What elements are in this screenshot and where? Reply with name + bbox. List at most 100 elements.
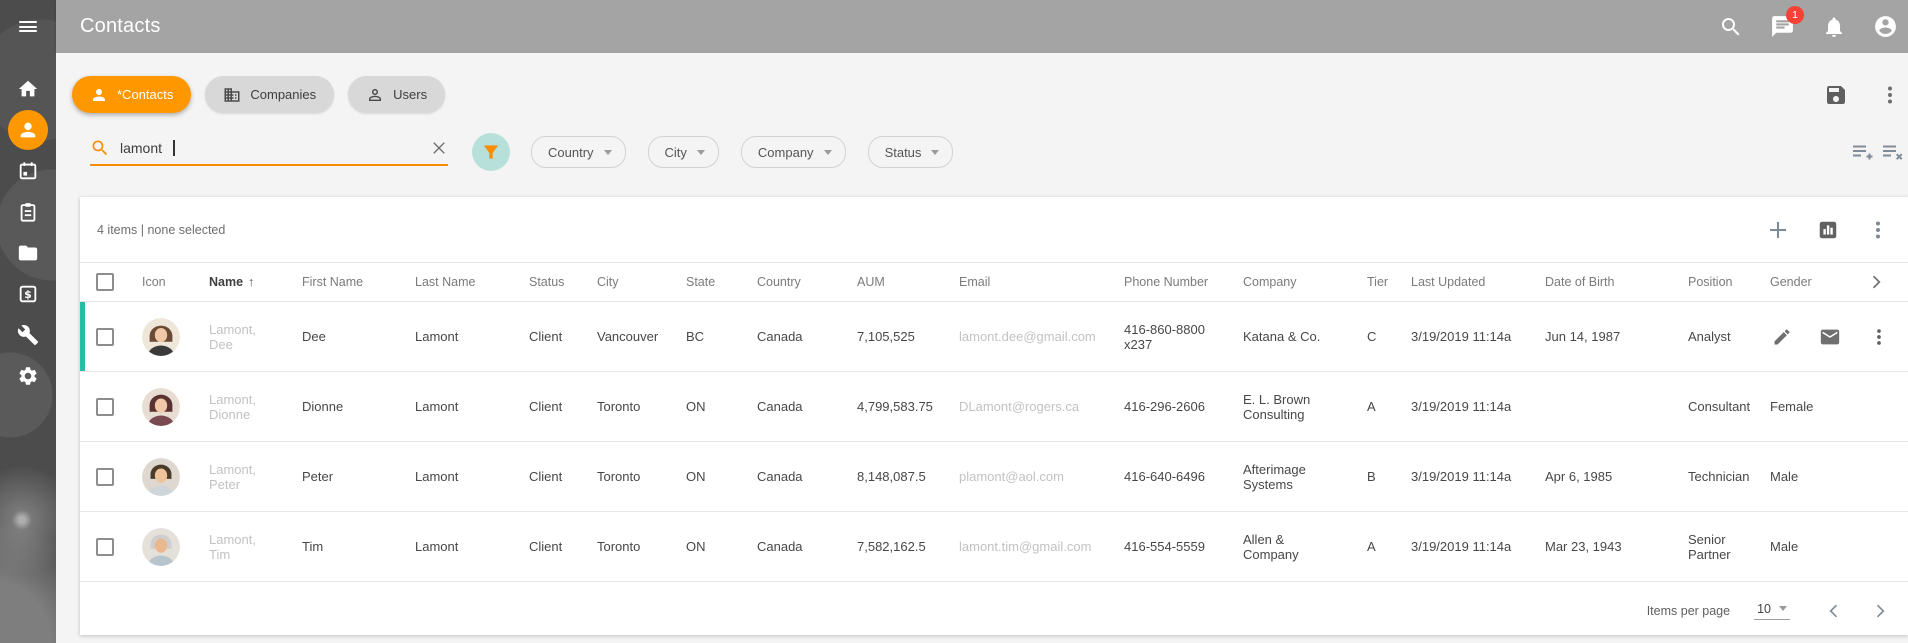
table-row[interactable]: Lamont, Dee Dee Lamont Client Vancouver … xyxy=(80,302,1908,372)
page-size-select[interactable]: 10 xyxy=(1754,602,1790,620)
kebab-icon[interactable] xyxy=(1868,326,1890,348)
cell-first-name: Dionne xyxy=(302,399,415,414)
col-position[interactable]: Position xyxy=(1688,275,1770,289)
sidebar-item-billing[interactable]: $ xyxy=(0,273,56,314)
tabs-actions xyxy=(1824,83,1908,107)
tab-contacts[interactable]: *Contacts xyxy=(72,76,191,113)
col-label: Name xyxy=(209,275,243,289)
clear-search-icon[interactable] xyxy=(430,139,448,157)
calendar-icon xyxy=(17,160,39,182)
table-row[interactable]: Lamont, Dionne Dionne Lamont Client Toro… xyxy=(80,372,1908,442)
menu-icon[interactable] xyxy=(0,0,56,53)
cell-last-name: Lamont xyxy=(415,399,529,414)
col-city[interactable]: City xyxy=(597,275,686,289)
cell-name: Lamont, Dee xyxy=(209,322,302,352)
col-email[interactable]: Email xyxy=(959,275,1124,289)
email-icon[interactable] xyxy=(1819,326,1841,348)
filter-chip-status[interactable]: Status xyxy=(868,136,954,168)
row-checkbox[interactable] xyxy=(96,398,114,416)
col-first-name[interactable]: First Name xyxy=(302,275,415,289)
col-date-of-birth[interactable]: Date of Birth xyxy=(1545,275,1688,289)
col-icon[interactable]: Icon xyxy=(142,275,209,289)
cell-country: Canada xyxy=(757,399,857,414)
chevron-down-icon xyxy=(604,150,612,155)
row-checkbox[interactable] xyxy=(96,468,114,486)
playlist-remove-icon[interactable] xyxy=(1880,140,1904,164)
tab-users[interactable]: Users xyxy=(348,76,445,113)
chevron-down-icon xyxy=(931,150,939,155)
kebab-icon[interactable] xyxy=(1878,83,1902,107)
filter-button[interactable] xyxy=(472,133,510,171)
cell-tier: A xyxy=(1367,399,1411,414)
playlist-add-icon[interactable] xyxy=(1850,140,1874,164)
chip-label: Status xyxy=(885,145,922,160)
col-country[interactable]: Country xyxy=(757,275,857,289)
wrench-icon xyxy=(17,324,39,346)
tab-companies[interactable]: Companies xyxy=(205,76,334,113)
search-input[interactable]: lamont xyxy=(90,138,448,166)
col-state[interactable]: State xyxy=(686,275,757,289)
table-row[interactable]: Lamont, Peter Peter Lamont Client Toront… xyxy=(80,442,1908,512)
cell-aum: 7,582,162.5 xyxy=(857,539,959,554)
sidebar-item-tasks[interactable] xyxy=(0,191,56,232)
chevron-right-icon[interactable] xyxy=(1866,272,1886,292)
row-checkbox[interactable] xyxy=(96,538,114,556)
row-actions xyxy=(1772,326,1890,348)
cell-name: Lamont, Tim xyxy=(209,532,302,562)
col-last-name[interactable]: Last Name xyxy=(415,275,529,289)
bell-icon[interactable] xyxy=(1822,15,1846,39)
prev-page-icon[interactable] xyxy=(1824,601,1844,621)
sidebar-item-calendar[interactable] xyxy=(0,150,56,191)
col-status[interactable]: Status xyxy=(529,275,597,289)
col-aum[interactable]: AUM xyxy=(857,275,959,289)
col-gender[interactable]: Gender xyxy=(1770,275,1855,289)
app-root: $ Contacts 1 *Contact xyxy=(0,0,1908,643)
sidebar-item-settings[interactable] xyxy=(0,355,56,396)
chip-label: Company xyxy=(758,145,814,160)
filter-chip-company[interactable]: Company xyxy=(741,136,846,168)
sidebar-item-tools[interactable] xyxy=(0,314,56,355)
sidebar-item-files[interactable] xyxy=(0,232,56,273)
cell-city: Toronto xyxy=(597,539,686,554)
chart-icon[interactable] xyxy=(1817,219,1839,241)
cell-first-name: Peter xyxy=(302,469,415,484)
cell-position: Technician xyxy=(1688,469,1770,484)
select-all-checkbox[interactable] xyxy=(96,273,114,291)
sidebar-nav: $ xyxy=(0,68,56,396)
chip-label: City xyxy=(665,145,687,160)
cell-tier: C xyxy=(1367,329,1411,344)
sidebar-item-home[interactable] xyxy=(0,68,56,109)
col-phone[interactable]: Phone Number xyxy=(1124,275,1243,289)
avatar xyxy=(142,458,180,496)
funnel-icon xyxy=(481,142,501,162)
filter-chip-country[interactable]: Country xyxy=(531,136,626,168)
account-icon[interactable] xyxy=(1873,14,1898,39)
col-last-updated[interactable]: Last Updated xyxy=(1411,275,1545,289)
cell-status: Client xyxy=(529,329,597,344)
cell-last-updated: 3/19/2019 11:14a xyxy=(1411,539,1545,554)
cell-company: Afterimage Systems xyxy=(1243,462,1367,492)
cell-state: ON xyxy=(686,399,757,414)
search-icon[interactable] xyxy=(1719,15,1743,39)
row-checkbox[interactable] xyxy=(96,328,114,346)
save-icon[interactable] xyxy=(1824,83,1848,107)
table-row[interactable]: Lamont, Tim Tim Lamont Client Toronto ON… xyxy=(80,512,1908,582)
col-name[interactable]: Name↑ xyxy=(209,275,302,289)
search-value: lamont xyxy=(120,140,162,156)
kebab-icon[interactable] xyxy=(1866,218,1890,242)
chat-icon[interactable]: 1 xyxy=(1770,14,1795,39)
edit-icon[interactable] xyxy=(1772,327,1792,347)
cell-date-of-birth: Mar 23, 1943 xyxy=(1545,539,1688,554)
col-company[interactable]: Company xyxy=(1243,275,1367,289)
cell-last-name: Lamont xyxy=(415,469,529,484)
next-page-icon[interactable] xyxy=(1870,601,1890,621)
add-icon[interactable] xyxy=(1766,218,1790,242)
avatar xyxy=(142,388,180,426)
dollar-icon: $ xyxy=(17,283,39,305)
sidebar-item-contacts[interactable] xyxy=(0,109,56,150)
topbar-icons: 1 xyxy=(1719,14,1908,39)
table-header: Icon Name↑ First Name Last Name Status C… xyxy=(80,262,1908,302)
building-icon xyxy=(223,86,241,104)
filter-chip-city[interactable]: City xyxy=(648,136,719,168)
col-tier[interactable]: Tier xyxy=(1367,275,1411,289)
